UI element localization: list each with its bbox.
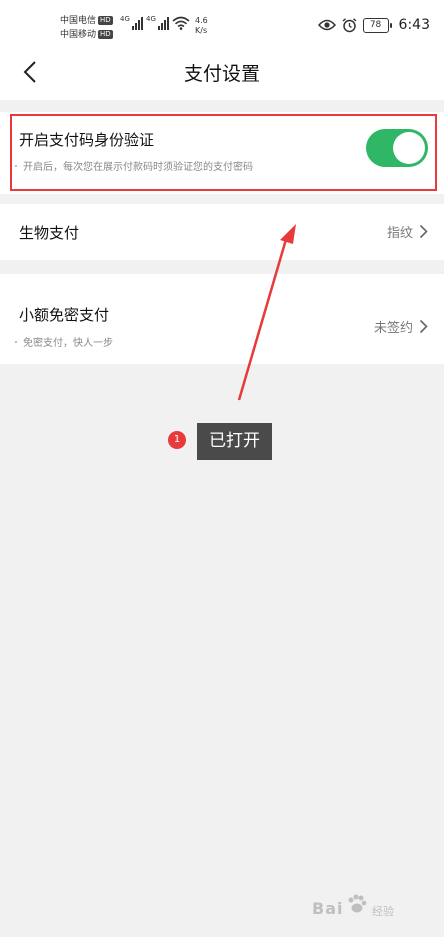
baidu-watermark: Bai 经验 bbox=[312, 889, 424, 925]
annotation-step-badge: 1 bbox=[168, 431, 186, 449]
watermark-text: Bai bbox=[312, 899, 344, 918]
payment-settings-screen: 中国电信 HD 中国移动 HD 4G 4G 4.6 K/s 78 6:43 支付… bbox=[0, 0, 444, 937]
annotation-arrow bbox=[237, 224, 296, 401]
paw-logo-icon bbox=[348, 894, 367, 913]
annotation-label: 已打开 bbox=[197, 423, 272, 460]
watermark-suffix: 经验 bbox=[372, 905, 394, 918]
